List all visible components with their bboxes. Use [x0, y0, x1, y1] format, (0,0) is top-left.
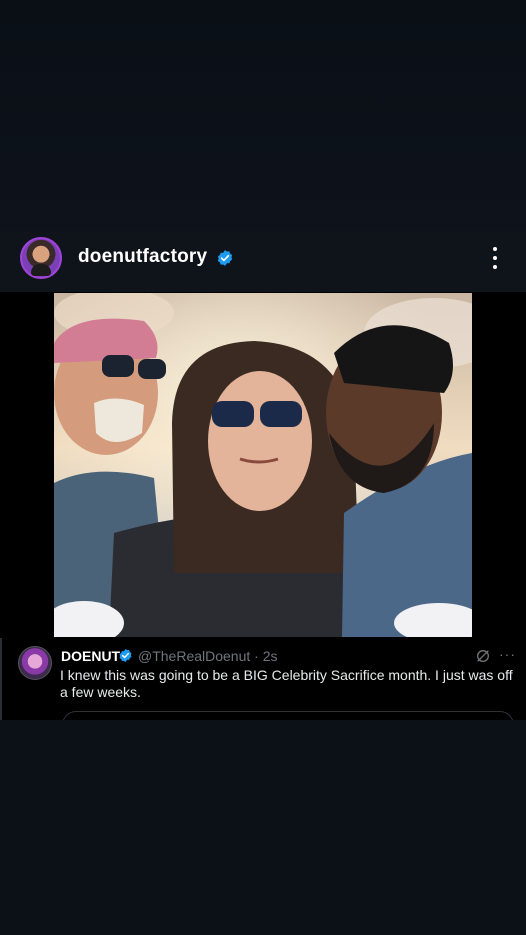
tweet-text: I knew this was going to be a BIG Celebr… — [60, 667, 513, 700]
bottom-background — [0, 720, 526, 935]
grok-icon[interactable] — [475, 648, 491, 664]
verified-badge-icon — [119, 648, 132, 663]
tweet-handle-time[interactable]: @TheRealDoenut · 2s — [138, 648, 278, 664]
post-image[interactable] — [54, 293, 472, 637]
profile-header: doenutfactory — [0, 230, 526, 292]
verified-badge-icon — [217, 250, 233, 266]
profile-avatar[interactable] — [20, 237, 62, 279]
username[interactable]: doenutfactory — [78, 246, 207, 268]
tweet-display-name[interactable]: DOENUT — [61, 648, 120, 664]
top-background — [0, 0, 526, 230]
more-vertical-icon[interactable] — [485, 245, 505, 271]
more-horizontal-icon[interactable]: ··· — [499, 646, 516, 662]
tweet-avatar[interactable] — [18, 646, 52, 680]
tweet[interactable]: DOENUT @TheRealDoenut · 2s ··· I knew th… — [0, 638, 526, 731]
